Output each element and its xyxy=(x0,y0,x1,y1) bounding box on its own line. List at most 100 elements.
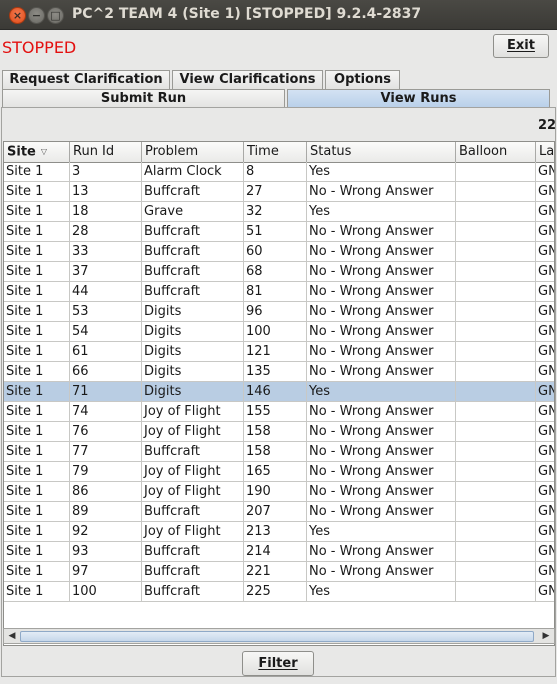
cell-language: GN xyxy=(536,542,554,562)
cell-balloon xyxy=(456,282,536,302)
tab-view-clarifications[interactable]: View Clarifications xyxy=(172,70,323,89)
tab-view-runs[interactable]: View Runs xyxy=(287,89,550,108)
cell-language: GN xyxy=(536,322,554,342)
cell-time: 81 xyxy=(244,282,307,302)
column-header-run-id[interactable]: Run Id xyxy=(70,142,142,162)
column-header-status[interactable]: Status xyxy=(307,142,456,162)
cell-site: Site 1 xyxy=(4,422,70,442)
cell-time: 8 xyxy=(244,162,307,182)
table-row[interactable]: Site 192Joy of Flight213Yes GN xyxy=(4,522,554,542)
cell-language: GN xyxy=(536,482,554,502)
cell-language: GN xyxy=(536,242,554,262)
table-row[interactable]: Site 1100Buffcraft225Yes GN xyxy=(4,582,554,602)
window-close-button[interactable]: × xyxy=(9,7,26,24)
tab-options[interactable]: Options xyxy=(325,70,400,89)
cell-site: Site 1 xyxy=(4,462,70,482)
table-row[interactable]: Site 128Buffcraft51No - Wrong Answer GN xyxy=(4,222,554,242)
runs-table[interactable]: Site ▽ Run Id Problem Time Status Balloon… xyxy=(3,141,555,646)
exit-button[interactable]: Exit xyxy=(493,34,549,58)
table-row[interactable]: Site 13Alarm Clock8Yes GN xyxy=(4,162,554,182)
column-header-time[interactable]: Time xyxy=(244,142,307,162)
cell-status: No - Wrong Answer xyxy=(307,402,456,422)
table-row[interactable]: Site 1 86 Joy of Flight 190 No - Wrong Answe… xyxy=(4,482,554,502)
table-row[interactable]: Site 161Digits121No - Wrong Answer GN xyxy=(4,342,554,362)
scroll-right-arrow-icon[interactable]: ▶ xyxy=(539,629,553,643)
cell-status: Yes xyxy=(307,382,456,402)
cell-balloon xyxy=(456,542,536,562)
cell-problem: Buffcraft xyxy=(142,502,244,522)
cell-balloon xyxy=(456,522,536,542)
cell-status: No - Wrong Answer xyxy=(307,542,456,562)
cell-time: 60 xyxy=(244,242,307,262)
cell-site: Site 1 xyxy=(4,362,70,382)
cell-balloon xyxy=(456,342,536,362)
table-row[interactable]: Site 166Digits135No - Wrong Answer GN xyxy=(4,362,554,382)
column-header-balloon[interactable]: Balloon xyxy=(456,142,536,162)
cell-site: Site 1 xyxy=(4,222,70,242)
cell-status: No - Wrong Answer xyxy=(307,482,456,502)
cell-time: 207 xyxy=(244,502,307,522)
cell-time: 27 xyxy=(244,182,307,202)
column-header-site[interactable]: Site ▽ xyxy=(4,142,70,162)
cell-site: Site 1 xyxy=(4,182,70,202)
cell-language: GN xyxy=(536,262,554,282)
cell-status: No - Wrong Answer xyxy=(307,282,456,302)
column-header-problem[interactable]: Problem xyxy=(142,142,244,162)
filter-button[interactable]: Filter xyxy=(242,651,314,676)
cell-site: Site 1 xyxy=(4,322,70,342)
horizontal-scrollbar[interactable]: ◀ ▶ xyxy=(3,628,555,644)
scrollbar-thumb[interactable] xyxy=(20,631,534,642)
table-row[interactable]: Site 144Buffcraft81No - Wrong Answer GN xyxy=(4,282,554,302)
window-minimize-button[interactable]: − xyxy=(28,7,45,24)
cell-status: No - Wrong Answer xyxy=(307,242,456,262)
cell-problem: Digits xyxy=(142,342,244,362)
cell-status: Yes xyxy=(307,202,456,222)
close-icon: × xyxy=(12,9,23,22)
cell-problem: Joy of Flight xyxy=(142,402,244,422)
maximize-icon: □ xyxy=(50,9,61,22)
table-row[interactable]: Site 133Buffcraft60No - Wrong Answer GN xyxy=(4,242,554,262)
table-row[interactable]: Site 177Buffcraft158No - Wrong Answer GN xyxy=(4,442,554,462)
cell-site: Site 1 xyxy=(4,382,70,402)
cell-run-id: 61 xyxy=(70,342,142,362)
cell-run-id: 71 xyxy=(70,382,142,402)
cell-run-id: 86 xyxy=(70,482,142,502)
cell-site: Site 1 xyxy=(4,242,70,262)
table-row[interactable]: Site 171Digits146Yes GN xyxy=(4,382,554,402)
table-row[interactable]: Site 1 76 Joy of Flight 158 No - Wrong Answe… xyxy=(4,422,554,442)
table-row[interactable]: Site 113Buffcraft27No - Wrong Answer GN xyxy=(4,182,554,202)
cell-language: GN xyxy=(536,162,554,182)
table-body: Site 13Alarm Clock8YesGNSite 113Buffcraf… xyxy=(4,162,554,602)
cell-status: No - Wrong Answer xyxy=(307,342,456,362)
scroll-left-arrow-icon[interactable]: ◀ xyxy=(5,629,19,643)
table-row[interactable]: Site 197Buffcraft221No - Wrong Answer GN xyxy=(4,562,554,582)
cell-language: GN xyxy=(536,462,554,482)
cell-problem: Digits xyxy=(142,362,244,382)
filter-button-label: Filter xyxy=(258,656,298,671)
cell-problem: Buffcraft xyxy=(142,222,244,242)
cell-run-id: 93 xyxy=(70,542,142,562)
cell-run-id: 92 xyxy=(70,522,142,542)
cell-language: GN xyxy=(536,362,554,382)
table-row[interactable]: Site 189Buffcraft207No - Wrong Answer GN xyxy=(4,502,554,522)
cell-status: Yes xyxy=(307,522,456,542)
column-header-language[interactable]: La xyxy=(536,142,554,162)
tab-label: Submit Run xyxy=(100,91,187,106)
table-row[interactable]: Site 1 74 Joy of Flight 155 No - Wrong Answe… xyxy=(4,402,554,422)
cell-balloon xyxy=(456,462,536,482)
tab-submit-run[interactable]: Submit Run xyxy=(2,89,285,108)
table-row[interactable]: Site 153Digits96No - Wrong Answer GN xyxy=(4,302,554,322)
cell-problem: Buffcraft xyxy=(142,562,244,582)
cell-balloon xyxy=(456,562,536,582)
tab-request-clarification[interactable]: Request Clarification xyxy=(2,70,170,89)
cell-status: No - Wrong Answer xyxy=(307,322,456,342)
table-row[interactable]: Site 154Digits100No - Wrong Answer GN xyxy=(4,322,554,342)
table-row[interactable]: Site 137Buffcraft68No - Wrong Answer GN xyxy=(4,262,554,282)
window-maximize-button[interactable]: □ xyxy=(47,7,64,24)
cell-time: 135 xyxy=(244,362,307,382)
table-row[interactable]: Site 1 79 Joy of Flight 165 No - Wrong Answe… xyxy=(4,462,554,482)
cell-site: Site 1 xyxy=(4,162,70,182)
table-row[interactable]: Site 193Buffcraft214No - Wrong Answer GN xyxy=(4,542,554,562)
cell-time: 51 xyxy=(244,222,307,242)
table-row[interactable]: Site 118Grave32Yes GN xyxy=(4,202,554,222)
